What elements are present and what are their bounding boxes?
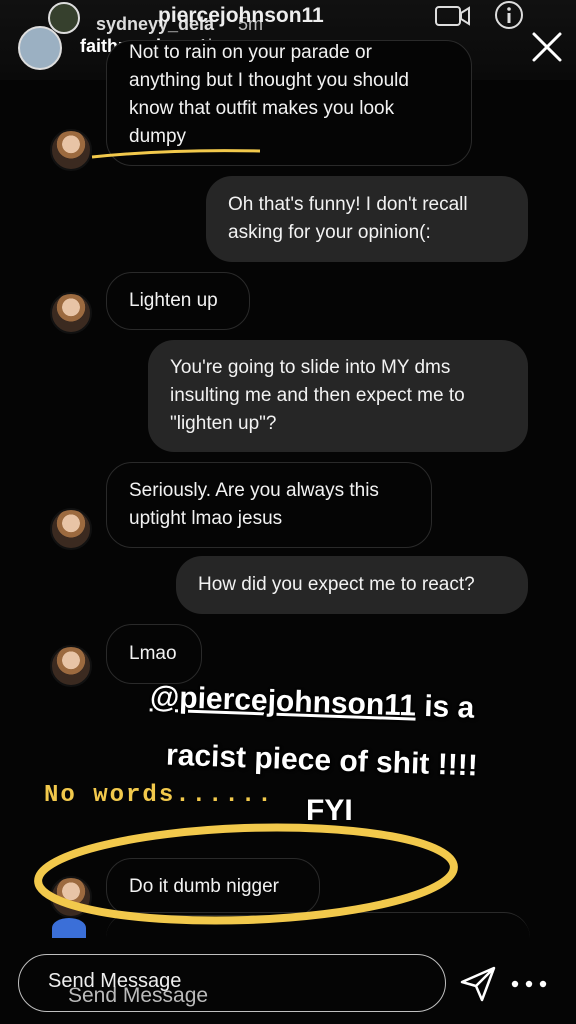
overlay-text-part: is a: [415, 689, 475, 725]
story-overlay-fyi: FYI: [306, 794, 353, 827]
message-bubble: You're going to slide into MY dms insult…: [148, 340, 528, 452]
message-bubble: Seriously. Are you always this uptight l…: [106, 462, 432, 548]
story-mention-text: @piercejohnson11 is a: [150, 680, 475, 725]
sender-avatar[interactable]: [50, 645, 92, 687]
story-overlay-text: racist piece of shit !!!!: [165, 738, 479, 783]
send-icon[interactable]: [458, 964, 498, 1004]
video-call-icon[interactable]: [435, 4, 471, 28]
story-caption: No words......: [44, 782, 274, 809]
mention-link[interactable]: @piercejohnson11: [150, 680, 417, 722]
message-bubble: Oh that's funny! I don't recall asking f…: [206, 176, 528, 262]
story-avatar[interactable]: [18, 26, 62, 70]
message-bubble: Lmao: [106, 624, 202, 684]
send-message-placeholder: Send Message: [48, 970, 182, 992]
info-icon[interactable]: [494, 0, 524, 30]
sender-avatar[interactable]: [50, 508, 92, 550]
highlight-circle: [34, 823, 458, 925]
more-icon[interactable]: [508, 974, 550, 994]
underline-doodle: [91, 149, 261, 159]
close-icon[interactable]: [530, 30, 564, 64]
sender-avatar[interactable]: [50, 129, 92, 171]
dm-title: piercejohnson11: [158, 4, 324, 27]
sender-avatar[interactable]: [50, 292, 92, 334]
message-bubble: Lighten up: [106, 272, 250, 330]
message-bubble: How did you expect me to react?: [176, 556, 528, 614]
